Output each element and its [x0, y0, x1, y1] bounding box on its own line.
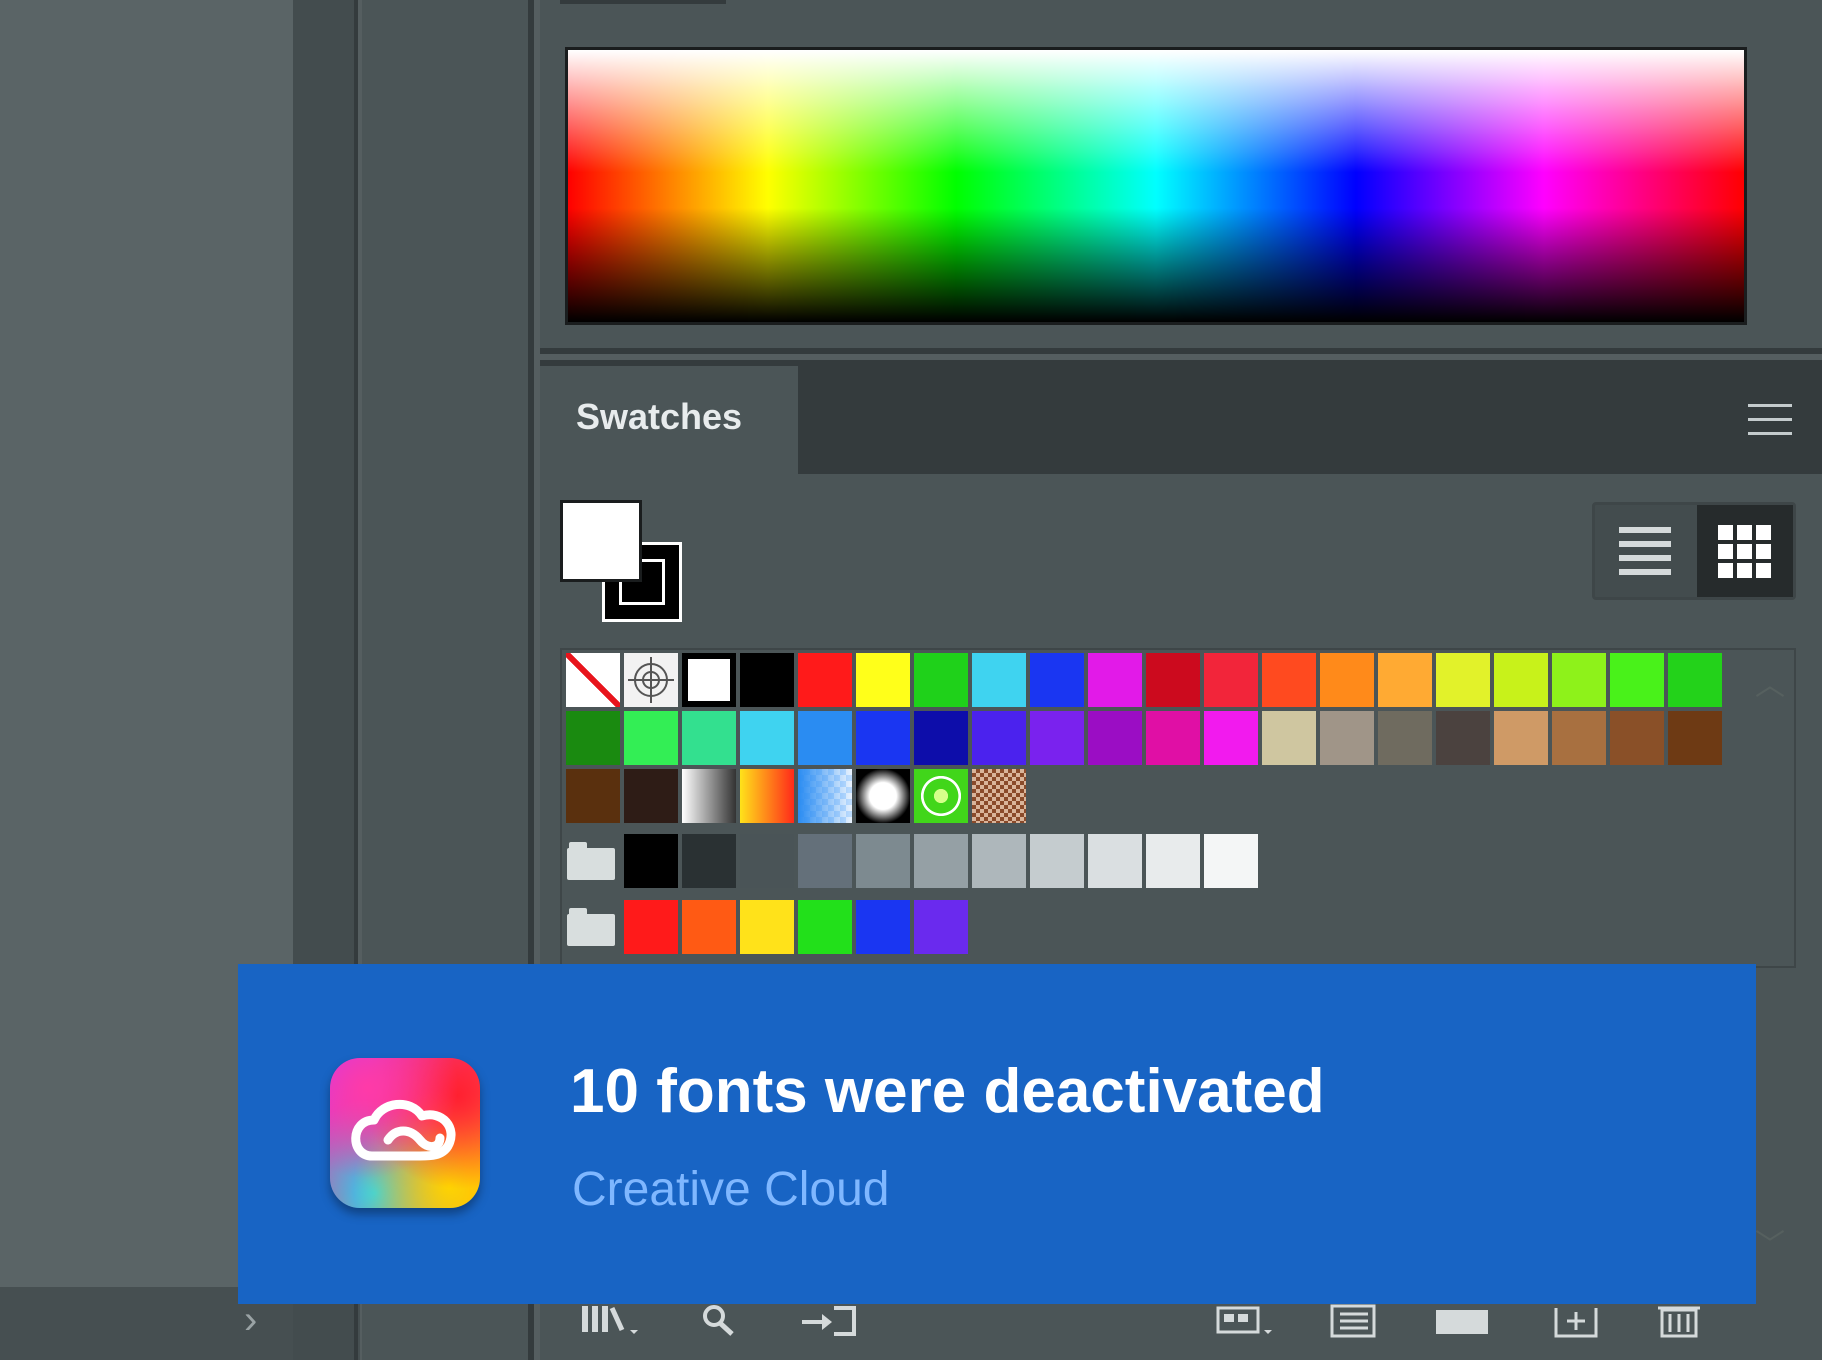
swatch-pattern-orange-gradient[interactable] — [740, 769, 794, 823]
gray-group-swatch[interactable] — [682, 834, 736, 888]
swatch-color[interactable] — [1610, 711, 1664, 765]
swatch-color[interactable] — [1378, 653, 1432, 707]
list-view-icon[interactable] — [1595, 505, 1695, 597]
swatch-color[interactable] — [1320, 711, 1374, 765]
swatch-color[interactable] — [624, 769, 678, 823]
swatch-pattern-radial-white[interactable] — [856, 769, 910, 823]
gray-group-swatch[interactable] — [1030, 834, 1084, 888]
swatch-color[interactable] — [1146, 711, 1200, 765]
swatch-color[interactable] — [1552, 711, 1606, 765]
gray-group-swatch[interactable] — [972, 834, 1026, 888]
gray-group-swatch[interactable] — [624, 834, 678, 888]
color-group-swatch[interactable] — [682, 900, 736, 954]
hamburger-menu-icon[interactable] — [1748, 404, 1792, 436]
view-toggle — [1592, 502, 1796, 600]
fill-color-box[interactable] — [560, 500, 642, 582]
creative-cloud-logo-icon — [330, 1058, 480, 1208]
gray-group-swatch[interactable] — [1146, 834, 1200, 888]
swatch-color[interactable] — [1668, 711, 1722, 765]
swatch-color[interactable] — [856, 711, 910, 765]
gray-group-swatch[interactable] — [856, 834, 910, 888]
swatch-color[interactable] — [1436, 653, 1490, 707]
swatch-registration[interactable] — [624, 653, 678, 707]
swatch-color[interactable] — [1262, 653, 1316, 707]
delete-swatch-icon[interactable] — [1656, 1302, 1702, 1338]
color-spectrum[interactable] — [565, 47, 1747, 325]
swatch-color[interactable] — [740, 653, 794, 707]
swatch-color[interactable] — [1320, 653, 1374, 707]
swatch-color[interactable] — [1494, 653, 1548, 707]
swatch-color[interactable] — [798, 711, 852, 765]
gray-group-swatch[interactable] — [1204, 834, 1258, 888]
swatch-color[interactable] — [1030, 711, 1084, 765]
swatch-color[interactable] — [566, 711, 620, 765]
color-group-swatch[interactable] — [856, 900, 910, 954]
swatch-kind-menu-icon[interactable] — [1216, 1302, 1282, 1338]
libraries-icon[interactable] — [580, 1302, 650, 1338]
swatch-color[interactable] — [1146, 653, 1200, 707]
notification-source: Creative Cloud — [572, 1163, 890, 1216]
swatch-color[interactable] — [1668, 653, 1722, 707]
swatch-color[interactable] — [1088, 711, 1142, 765]
gray-group-swatch[interactable] — [798, 834, 852, 888]
swatch-color[interactable] — [1610, 653, 1664, 707]
swatch-color[interactable] — [1436, 711, 1490, 765]
color-group-swatch[interactable] — [798, 900, 852, 954]
new-color-group-icon[interactable] — [1434, 1302, 1494, 1338]
color-group-folder-icon[interactable] — [567, 908, 615, 946]
swatch-color[interactable] — [1030, 653, 1084, 707]
app-window: › Swatches ︿ ﹀ 10 fonts were deactivated… — [0, 0, 1822, 1360]
swatch-pattern-brown-texture[interactable] — [972, 769, 1026, 823]
collapse-chevron-icon[interactable]: › — [244, 1300, 257, 1340]
swatch-color[interactable] — [1494, 711, 1548, 765]
color-group-swatch[interactable] — [914, 900, 968, 954]
swatch-color[interactable] — [1552, 653, 1606, 707]
swatch-color[interactable] — [566, 769, 620, 823]
color-group-swatch[interactable] — [740, 900, 794, 954]
new-swatch-icon[interactable] — [1552, 1302, 1600, 1338]
swatch-color[interactable] — [1088, 653, 1142, 707]
swatch-options-icon[interactable] — [1330, 1302, 1378, 1338]
swatch-color[interactable] — [856, 653, 910, 707]
gray-group-swatch[interactable] — [914, 834, 968, 888]
place-swatches-icon[interactable] — [800, 1302, 860, 1338]
swatch-color[interactable] — [914, 711, 968, 765]
swatch-none[interactable] — [566, 653, 620, 707]
notification-title: 10 fonts were deactivated — [570, 1057, 1325, 1126]
scroll-up-icon[interactable]: ︿ — [1755, 660, 1785, 704]
swatch-color[interactable] — [914, 653, 968, 707]
color-group-swatch[interactable] — [624, 900, 678, 954]
scroll-down-icon[interactable]: ﹀ — [1755, 1220, 1785, 1264]
swatch-white[interactable] — [682, 653, 736, 707]
swatch-color[interactable] — [624, 711, 678, 765]
swatch-color[interactable] — [798, 653, 852, 707]
swatch-color[interactable] — [1262, 711, 1316, 765]
tab-swatches-label: Swatches — [576, 396, 743, 437]
color-panel-tab — [560, 0, 726, 4]
swatch-color[interactable] — [1204, 711, 1258, 765]
gray-group-swatch[interactable] — [1088, 834, 1142, 888]
swatch-color[interactable] — [972, 653, 1026, 707]
swatch-pattern-gray-gradient[interactable] — [682, 769, 736, 823]
find-swatch-icon[interactable] — [698, 1302, 744, 1338]
swatch-color[interactable] — [740, 711, 794, 765]
swatch-color[interactable] — [682, 711, 736, 765]
gray-group-swatch[interactable] — [740, 834, 794, 888]
swatch-pattern-green-floral[interactable] — [914, 769, 968, 823]
swatch-color[interactable] — [1204, 653, 1258, 707]
swatch-color[interactable] — [972, 711, 1026, 765]
grid-view-icon[interactable] — [1697, 505, 1793, 597]
swatch-pattern-blue-checker[interactable] — [798, 769, 852, 823]
gray-group-folder-icon[interactable] — [567, 842, 615, 880]
swatch-color[interactable] — [1378, 711, 1432, 765]
